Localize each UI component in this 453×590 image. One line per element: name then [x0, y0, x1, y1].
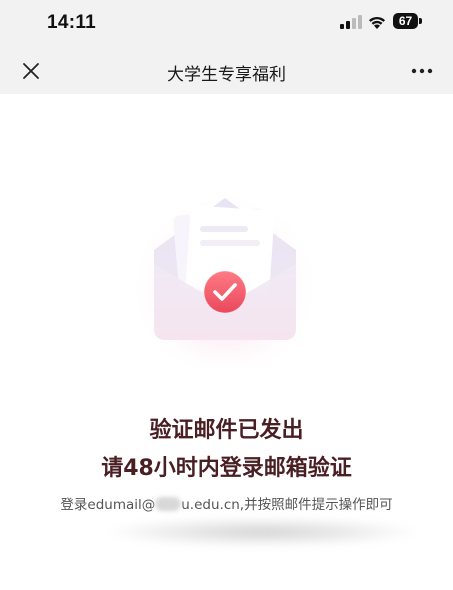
wifi-icon — [369, 16, 385, 29]
more-icon[interactable] — [409, 60, 435, 82]
status-bar: 14:11 67 — [0, 0, 453, 48]
battery-cap — [419, 18, 422, 24]
envelope-check-icon — [130, 183, 320, 368]
nav-bar: 大学生专享福利 — [0, 48, 453, 94]
redaction-blur — [112, 518, 412, 546]
headline-sent: 验证邮件已发出 — [149, 418, 304, 443]
battery-indicator: 67 — [393, 13, 423, 30]
status-time: 14:11 — [47, 12, 97, 33]
instruction-text: 登录edumail@ u.edu.cn,并按照邮件提示操作即可 — [0, 493, 453, 513]
headline-verify: 请48小时内登录邮箱验证 — [101, 456, 352, 481]
battery-level: 67 — [398, 14, 413, 28]
redacted-email — [155, 497, 182, 511]
cellular-signal-icon — [340, 15, 362, 29]
page-title: 大学生专享福利 — [167, 65, 286, 85]
screen: 14:11 67 大学生专享福利 验证邮件已发出 请48小时内登录邮箱验证 登录… — [0, 0, 453, 590]
instruction-suffix: u.edu.cn,并按照邮件提示操作即可 — [181, 497, 393, 513]
instruction-prefix: 登录edumail@ — [60, 497, 156, 513]
